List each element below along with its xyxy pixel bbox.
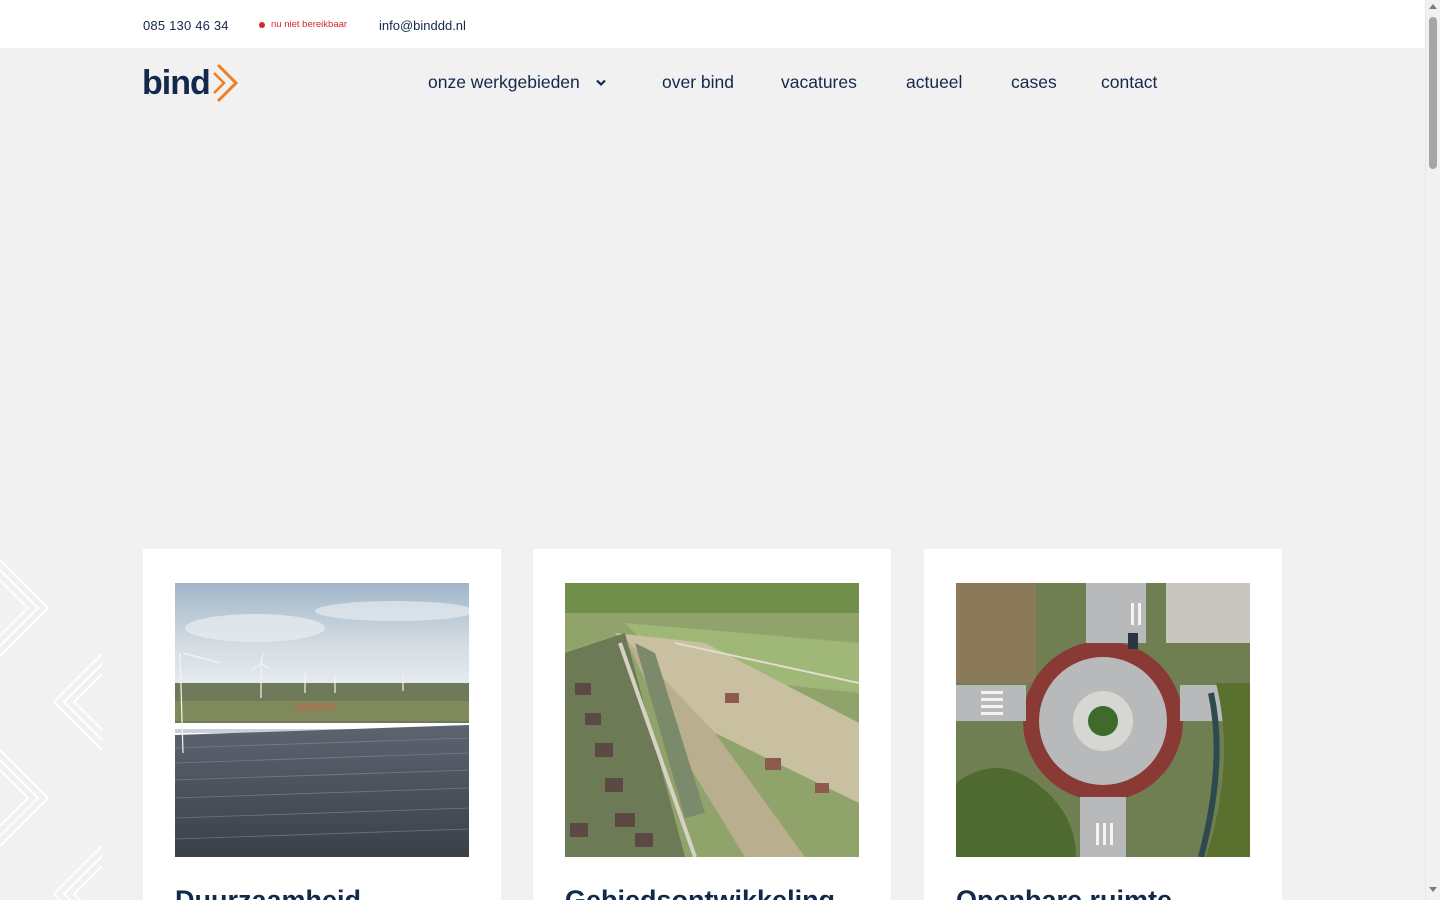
card-image-wind-solar — [175, 583, 469, 857]
availability-status: nu niet bereikbaar — [259, 19, 347, 30]
nav-item-label: onze werkgebieden — [428, 72, 580, 92]
chevron-down-icon — [595, 80, 606, 87]
card-gebiedsontwikkeling[interactable]: Gebiedsontwikkeling — [533, 549, 891, 900]
nav-item-over-bind[interactable]: over bind — [662, 72, 734, 93]
logo-wordmark: bind — [142, 64, 211, 102]
card-openbare-ruimte[interactable]: Openbare ruimte — [924, 549, 1282, 900]
nav-item-onze-werkgebieden[interactable]: onze werkgebieden — [428, 72, 607, 93]
status-text: nu niet bereikbaar — [271, 19, 348, 30]
nav-item-contact[interactable]: contact — [1101, 72, 1157, 93]
card-title: Duurzaamheid — [175, 885, 362, 900]
card-title: Gebiedsontwikkeling — [565, 885, 836, 900]
logo-chevron-icon — [212, 63, 238, 103]
top-contact-bar: 085 130 46 34 nu niet bereikbaar info@bi… — [0, 0, 1425, 48]
scroll-down-icon[interactable] — [1429, 887, 1437, 892]
page-scrollbar[interactable] — [1425, 0, 1440, 900]
card-duurzaamheid[interactable]: Duurzaamheid — [143, 549, 501, 900]
card-title: Openbare ruimte — [956, 885, 1173, 900]
nav-item-cases[interactable]: cases — [1011, 72, 1057, 93]
scroll-up-icon[interactable] — [1429, 4, 1437, 9]
card-image-residential-development — [565, 583, 859, 857]
decorative-chevron-pattern — [0, 560, 103, 900]
nav-item-actueel[interactable]: actueel — [906, 72, 962, 93]
status-dot-icon — [259, 21, 265, 28]
site-logo[interactable]: bind — [142, 62, 242, 104]
scrollbar-thumb[interactable] — [1429, 17, 1437, 169]
phone-link[interactable]: 085 130 46 34 — [143, 18, 229, 33]
card-image-roundabout — [956, 583, 1250, 857]
email-link[interactable]: info@binddd.nl — [379, 18, 466, 33]
nav-item-vacatures[interactable]: vacatures — [781, 72, 857, 93]
